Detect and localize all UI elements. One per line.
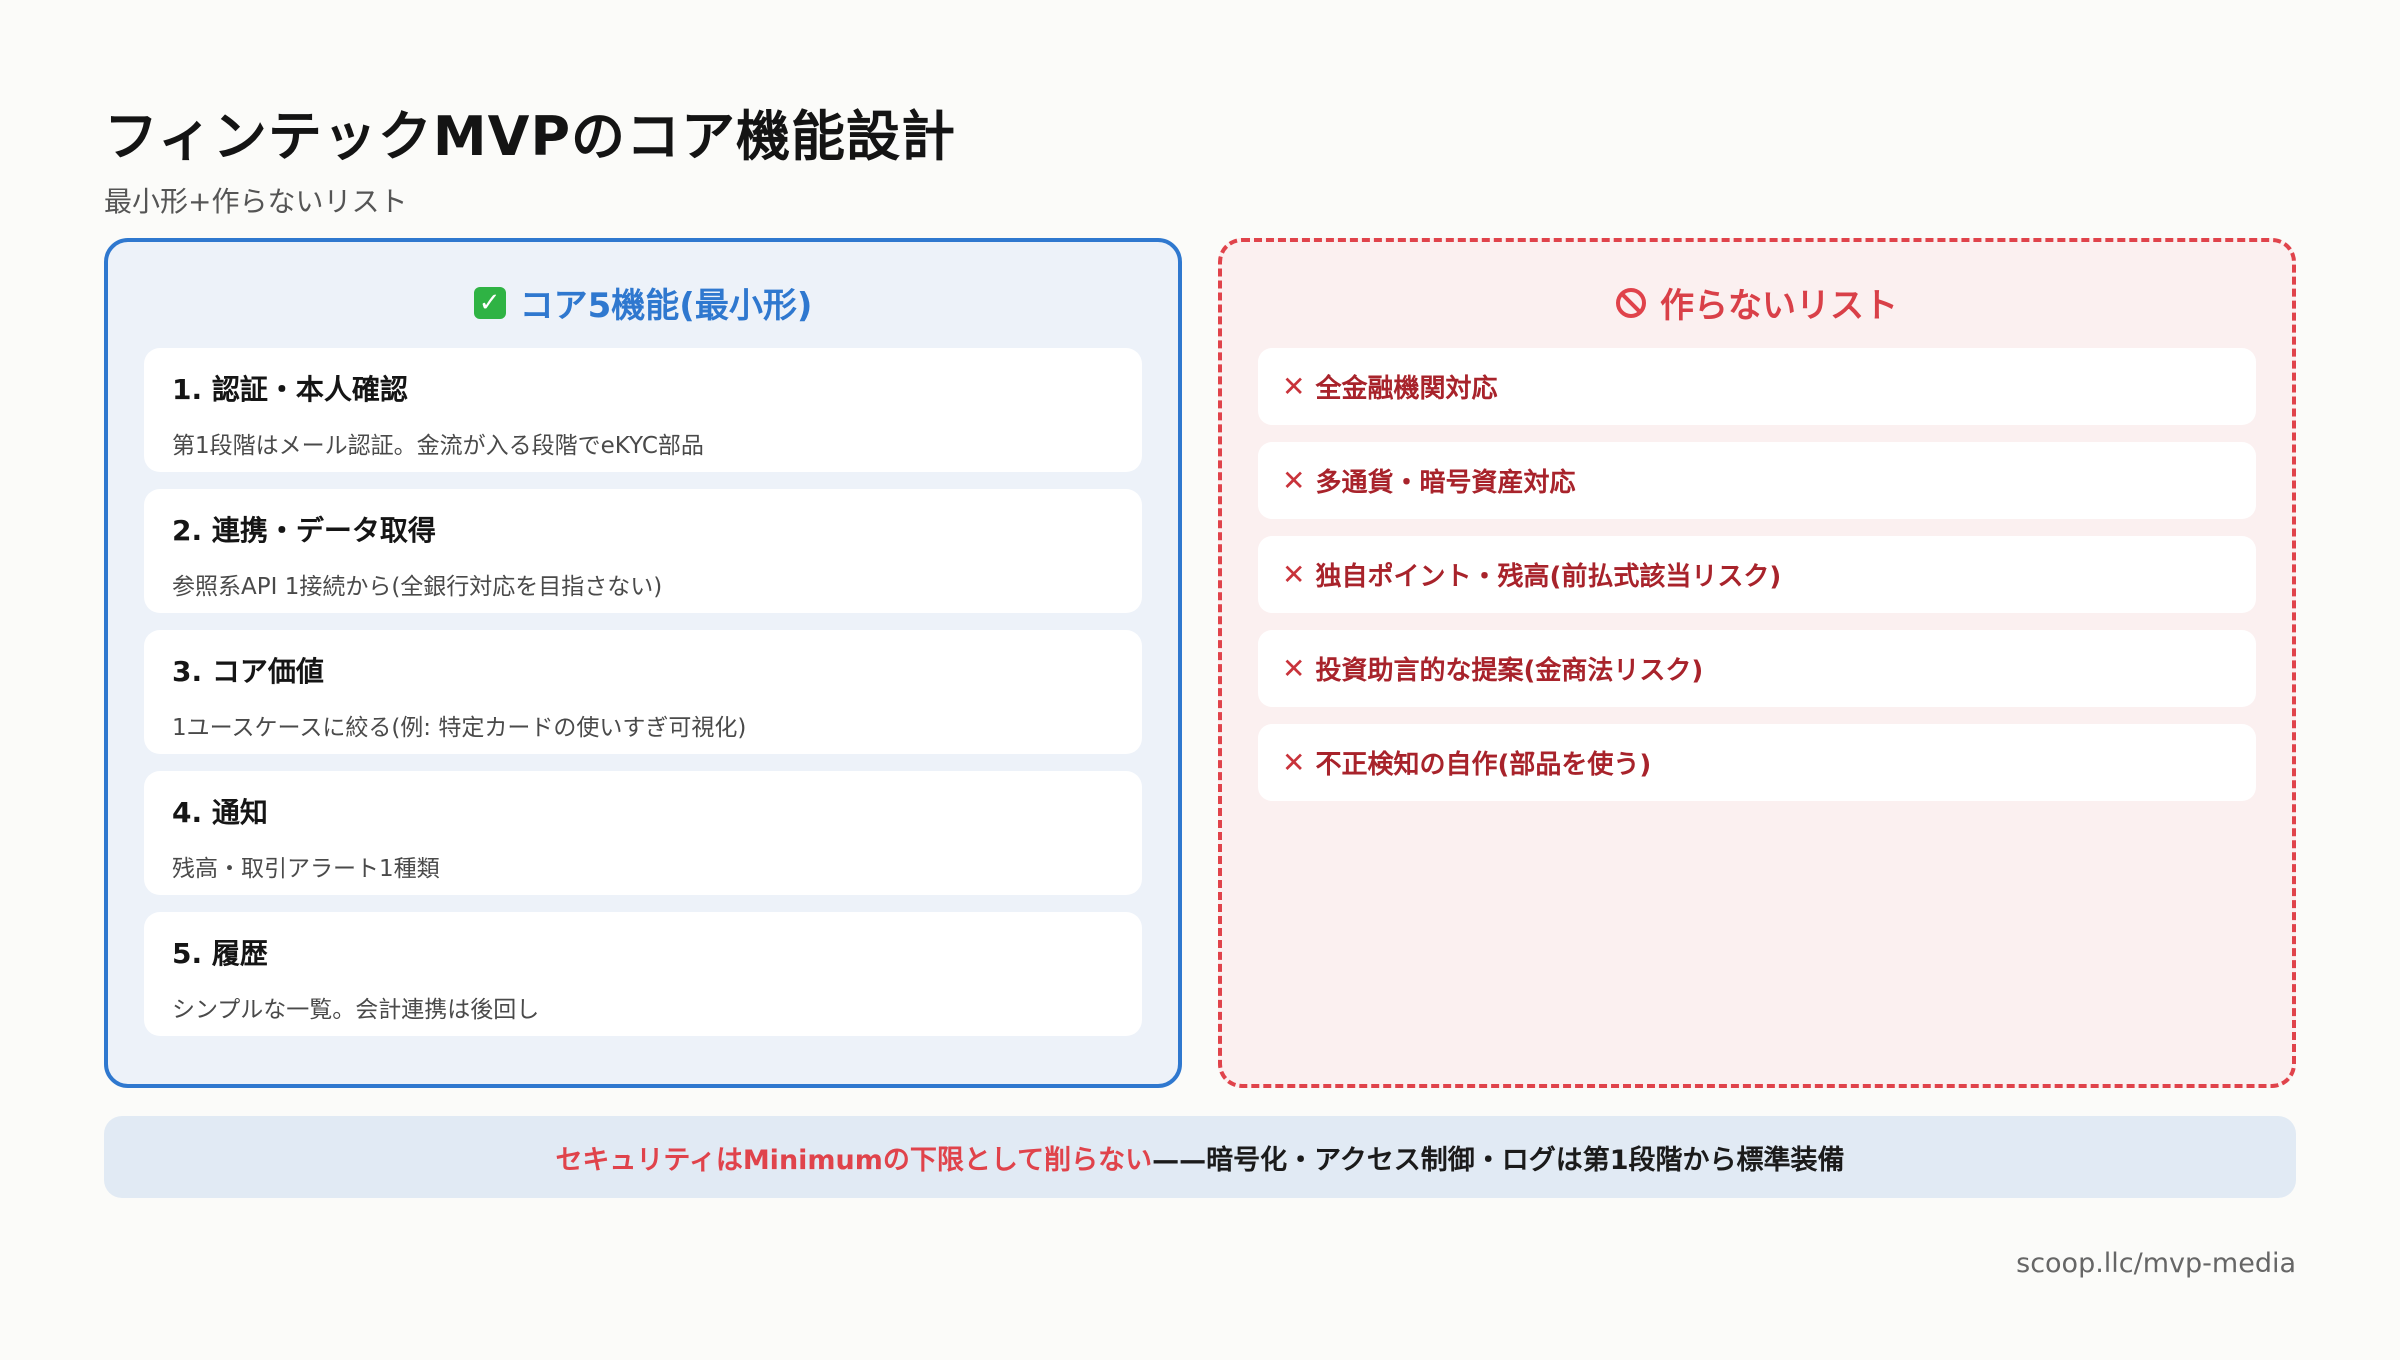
avoid-item: ✕ 独自ポイント・残高(前払式該当リスク)	[1258, 536, 2256, 613]
feature-title: 3. コア価値	[172, 655, 324, 688]
avoid-item: ✕ 投資助言的な提案(金商法リスク)	[1258, 630, 2256, 707]
core-features-heading: ✓ コア5機能(最小形)	[108, 278, 1178, 327]
avoid-item-label: 全金融機関対応	[1315, 374, 1498, 404]
feature-card-auth: 1. 認証・本人確認 第1段階はメール認証。金流が入る段階でeKYC部品	[144, 348, 1142, 472]
cross-icon: ✕	[1282, 464, 1306, 497]
feature-title: 2. 連携・データ取得	[172, 514, 436, 547]
check-mark-icon: ✓	[473, 286, 506, 319]
feature-description: 1ユースケースに絞る(例: 特定カードの使いすぎ可視化)	[172, 715, 747, 741]
feature-title: 1. 認証・本人確認	[172, 373, 408, 406]
source-url: scoop.llc/mvp-media	[2016, 1248, 2296, 1279]
avoid-item: ✕ 全金融機関対応	[1258, 348, 2256, 425]
core-features-panel: ✓ コア5機能(最小形) 1. 認証・本人確認 第1段階はメール認証。金流が入る…	[104, 238, 1182, 1088]
cross-icon: ✕	[1282, 558, 1306, 591]
avoid-item-label: 不正検知の自作(部品を使う)	[1315, 750, 1652, 780]
feature-description: 残高・取引アラート1種類	[172, 856, 440, 882]
page-subtitle: 最小形+作らないリスト	[104, 185, 408, 218]
no-entry-icon	[1616, 287, 1646, 318]
feature-description: 第1段階はメール認証。金流が入る段階でeKYC部品	[172, 433, 704, 459]
not-to-build-list: ✕ 全金融機関対応 ✕ 多通貨・暗号資産対応 ✕ 独自ポイント・残高(前払式該当…	[1258, 348, 2256, 801]
avoid-item: ✕ 不正検知の自作(部品を使う)	[1258, 724, 2256, 801]
feature-card-notification: 4. 通知 残高・取引アラート1種類	[144, 771, 1142, 895]
core-feature-list: 1. 認証・本人確認 第1段階はメール認証。金流が入る段階でeKYC部品 2. …	[144, 348, 1142, 1036]
feature-card-history: 5. 履歴 シンプルな一覧。会計連携は後回し	[144, 912, 1142, 1036]
cross-icon: ✕	[1282, 746, 1306, 779]
avoid-item-label: 投資助言的な提案(金商法リスク)	[1315, 656, 1704, 686]
feature-title: 4. 通知	[172, 796, 268, 829]
banner-emphasis: セキュリティはMinimumの下限として削らない	[555, 1144, 1153, 1176]
core-features-heading-label: コア5機能(最小形)	[519, 286, 813, 326]
feature-card-integration: 2. 連携・データ取得 参照系API 1接続から(全銀行対応を目指さない)	[144, 489, 1142, 613]
cross-icon: ✕	[1282, 370, 1306, 403]
feature-title: 5. 履歴	[172, 937, 268, 970]
page-title: フィンテックMVPのコア機能設計	[104, 105, 957, 168]
feature-description: シンプルな一覧。会計連携は後回し	[172, 997, 540, 1023]
cross-icon: ✕	[1282, 652, 1306, 685]
avoid-item-label: 独自ポイント・残高(前払式該当リスク)	[1315, 562, 1782, 592]
not-to-build-heading: 作らないリスト	[1222, 278, 2292, 327]
banner-text: ——暗号化・アクセス制御・ログは第1段階から標準装備	[1152, 1144, 1845, 1176]
feature-description: 参照系API 1接続から(全銀行対応を目指さない)	[172, 574, 663, 600]
avoid-item: ✕ 多通貨・暗号資産対応	[1258, 442, 2256, 519]
not-to-build-panel: 作らないリスト ✕ 全金融機関対応 ✕ 多通貨・暗号資産対応 ✕ 独自ポイント・…	[1218, 238, 2296, 1088]
avoid-item-label: 多通貨・暗号資産対応	[1315, 468, 1576, 498]
feature-card-core-value: 3. コア価値 1ユースケースに絞る(例: 特定カードの使いすぎ可視化)	[144, 630, 1142, 754]
not-to-build-heading-label: 作らないリスト	[1660, 286, 1898, 326]
security-banner: セキュリティはMinimumの下限として削らない ——暗号化・アクセス制御・ログ…	[104, 1116, 2296, 1198]
